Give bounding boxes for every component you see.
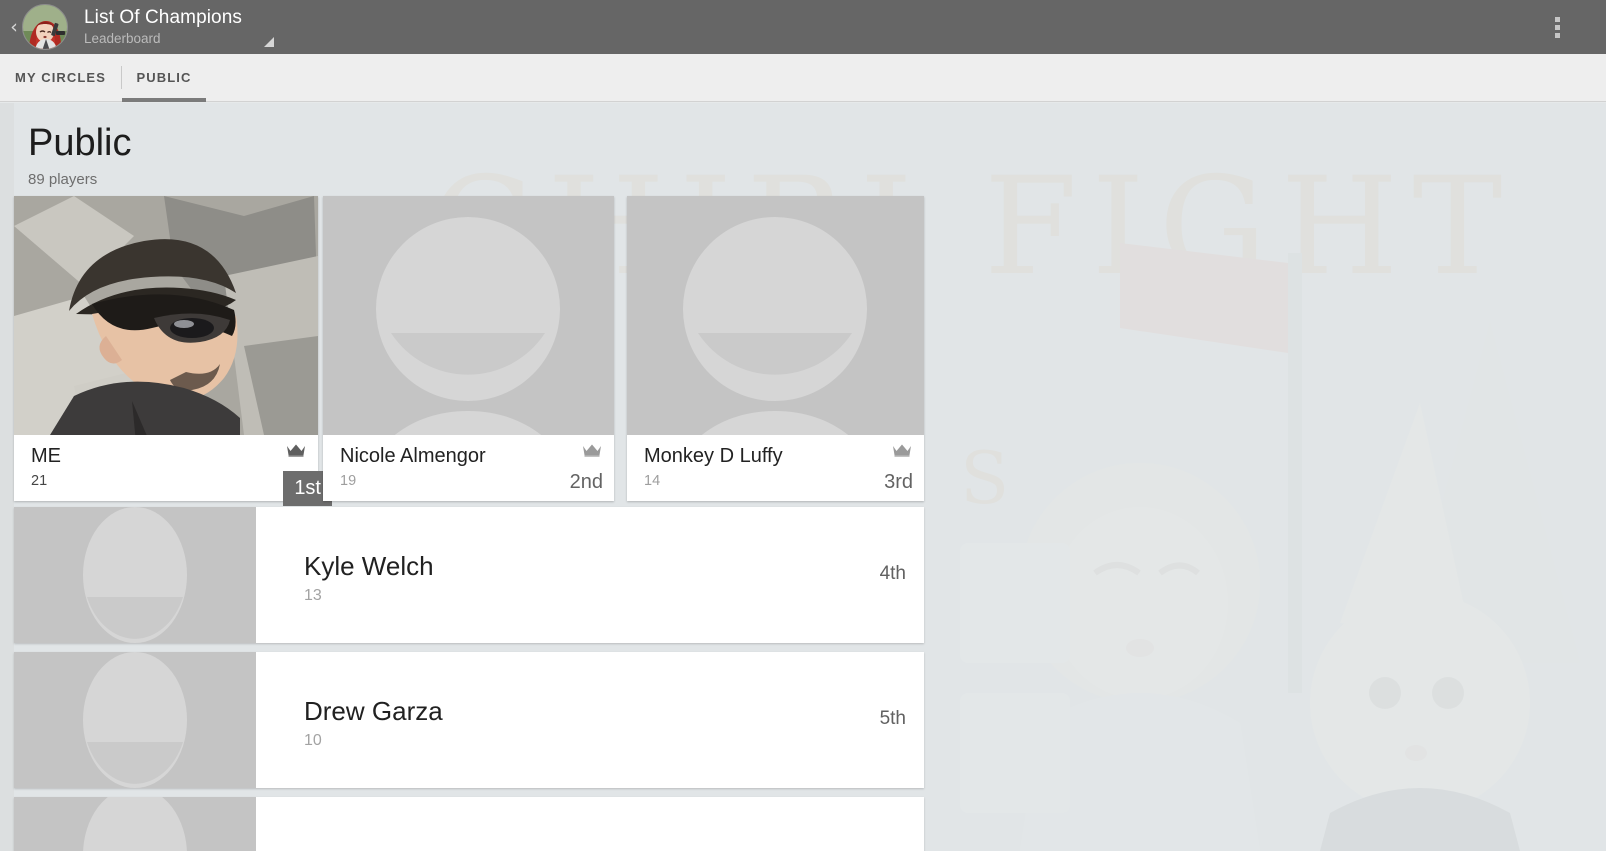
tab-bar: MY CIRCLES PUBLIC: [0, 54, 1606, 102]
player-photo-placeholder: [14, 797, 256, 851]
content-left-strip: [0, 103, 14, 851]
player-score: 19: [340, 473, 357, 489]
profile-photo-image: [14, 196, 318, 435]
table-row-main: Drew Garza 10 5th: [256, 652, 924, 788]
player-photo-placeholder: [14, 507, 256, 643]
crown-icon: [583, 444, 601, 457]
app-subtitle: Leaderboard: [84, 31, 161, 46]
tab-selected-indicator: [122, 98, 206, 102]
avatar[interactable]: [22, 4, 68, 50]
tab-my-circles-label: MY CIRCLES: [15, 70, 106, 85]
table-row[interactable]: Kyle Welch 13 4th: [14, 507, 924, 643]
tab-public[interactable]: PUBLIC: [122, 54, 206, 102]
player-score: 21: [31, 473, 48, 489]
overflow-dot: [1554, 16, 1560, 22]
player-score: 10: [304, 732, 322, 749]
page-title: List Of Champions: [84, 7, 242, 28]
player-name: Kyle Welch: [304, 551, 434, 581]
player-name: ME: [31, 445, 61, 467]
table-row-main: [256, 797, 924, 851]
page-heading: Public 89 players: [28, 121, 132, 188]
dropdown-caret-icon[interactable]: [264, 37, 274, 47]
player-score: 14: [644, 473, 661, 489]
person-placeholder-icon: [14, 652, 256, 788]
user-avatar-image: [23, 5, 67, 49]
person-placeholder-icon: [14, 507, 256, 643]
leaderboard-list: Kyle Welch 13 4th Drew Garza 10 5th: [14, 507, 924, 851]
leaderboard-content: CHIBI FIGHT S Public 89 players I'M 1ST: [0, 103, 1606, 851]
player-name: Monkey D Luffy: [644, 445, 783, 467]
player-photo-placeholder: [627, 196, 924, 435]
podium-card-3[interactable]: Monkey D Luffy 14 3rd: [627, 196, 924, 501]
podium-card-1-body: ME 21 1st: [14, 435, 332, 506]
tab-public-label: PUBLIC: [136, 70, 192, 85]
player-name: Drew Garza: [304, 696, 443, 726]
player-photo: [14, 196, 318, 435]
player-photo-placeholder: [14, 652, 256, 788]
table-row[interactable]: Drew Garza 10 5th: [14, 652, 924, 788]
app-bar: ‹ List Of Champions Leaderboard: [0, 0, 1606, 54]
overflow-dot: [1554, 24, 1560, 30]
player-name: Nicole Almengor: [340, 445, 486, 467]
overflow-menu-icon[interactable]: [1533, 0, 1581, 54]
table-row-main: Kyle Welch 13 4th: [256, 507, 924, 643]
person-placeholder-icon: [14, 797, 256, 851]
player-score: 13: [304, 587, 322, 604]
podium-card-2[interactable]: Nicole Almengor 19 2nd: [323, 196, 614, 501]
player-count: 89 players: [28, 171, 98, 188]
crown-icon: [893, 444, 911, 457]
player-rank: 3rd: [884, 471, 913, 493]
svg-text:S: S: [960, 436, 1009, 520]
player-rank: 2nd: [569, 471, 603, 493]
back-chevron-icon[interactable]: ‹: [4, 17, 24, 37]
table-row[interactable]: [14, 797, 924, 851]
podium-card-1[interactable]: ME 21 1st: [14, 196, 332, 506]
player-rank: 4th: [879, 563, 906, 584]
overflow-dot: [1554, 32, 1560, 38]
podium-card-2-body: Nicole Almengor 19 2nd: [323, 435, 614, 501]
player-rank: 5th: [879, 708, 906, 729]
person-placeholder-icon: [627, 196, 924, 435]
title-block[interactable]: List Of Champions Leaderboard: [84, 7, 276, 47]
player-photo-placeholder: [323, 196, 614, 435]
person-placeholder-icon: [323, 196, 614, 435]
tab-my-circles[interactable]: MY CIRCLES: [0, 54, 121, 101]
public-title: Public: [28, 122, 132, 164]
crown-icon: [287, 444, 305, 457]
podium-card-3-body: Monkey D Luffy 14 3rd: [627, 435, 924, 501]
